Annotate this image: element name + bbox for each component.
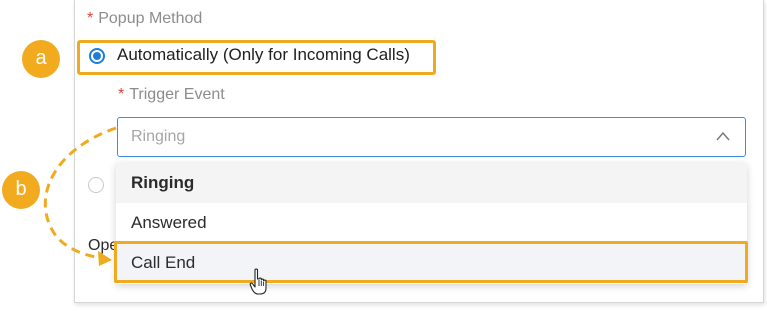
dropdown-option-ringing[interactable]: Ringing <box>116 163 747 203</box>
hand-cursor-icon <box>249 268 267 295</box>
dropdown-option-answered[interactable]: Answered <box>116 203 747 243</box>
highlight-frame-call-end <box>114 241 748 283</box>
